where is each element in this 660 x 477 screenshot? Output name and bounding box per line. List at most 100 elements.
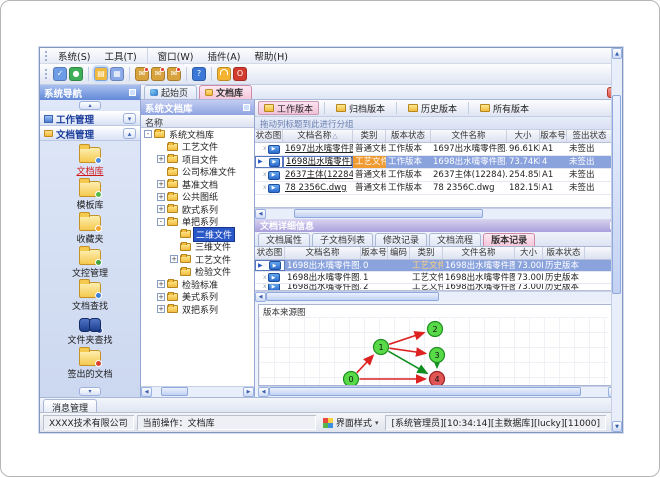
- column-header[interactable]: 大小: [515, 247, 543, 259]
- scroll-up-button[interactable]: ▴: [79, 101, 101, 110]
- menu-item[interactable]: 窗口(W): [151, 48, 201, 64]
- column-header[interactable]: 版本号: [361, 247, 388, 259]
- btn-archive-version[interactable]: 归档版本: [330, 101, 391, 115]
- nav-item-folder-search[interactable]: 文件夹查找: [67, 316, 113, 346]
- scroll-right-icon[interactable]: ▶: [243, 387, 254, 397]
- column-header[interactable]: 版本状态: [543, 247, 585, 259]
- tree-toggle-icon[interactable]: +: [157, 280, 165, 289]
- scroll-left-icon[interactable]: ◀: [255, 209, 266, 219]
- scroll-left-icon[interactable]: ◀: [255, 292, 266, 302]
- nav-item-doc-search[interactable]: 文档查找: [72, 279, 108, 312]
- tree-toggle-icon[interactable]: -: [157, 217, 165, 226]
- tree-toggle-icon[interactable]: +: [157, 205, 165, 214]
- table-row[interactable]: x▶2637主体(12284).dwg普通文档工作版本2637主体(12284)…: [255, 169, 611, 182]
- tree-toggle-icon[interactable]: -: [144, 130, 152, 139]
- tree-node[interactable]: + 工艺文件: [141, 253, 254, 266]
- scroll-track[interactable]: [612, 59, 622, 421]
- tree-node[interactable]: 工艺文件: [141, 141, 254, 153]
- column-header[interactable]: 文件名称: [443, 247, 515, 259]
- document-grid-hscrollbar[interactable]: ◀▶: [255, 208, 622, 219]
- btn-history-version[interactable]: 历史版本: [402, 101, 463, 115]
- table-row[interactable]: ▶x▶1698出水嘴零件图.dwg0工艺文件1698出水嘴零件图.dwg73.0…: [255, 260, 611, 272]
- lock-icon[interactable]: [217, 67, 231, 81]
- tree-node[interactable]: 三维文件: [141, 241, 254, 253]
- scroll-down-icon[interactable]: ▼: [612, 421, 622, 432]
- tree-node[interactable]: 二维文件: [141, 226, 254, 242]
- column-header[interactable]: 类别: [410, 247, 443, 259]
- chevron-up-icon[interactable]: ▴: [123, 128, 136, 139]
- scroll-track[interactable]: [266, 292, 611, 302]
- column-header[interactable]: 文件名称: [431, 130, 507, 142]
- tree-hscrollbar[interactable]: ◀ ▶: [141, 386, 254, 397]
- menu-item[interactable]: 插件(A): [200, 48, 247, 64]
- globe-icon[interactable]: ●: [69, 67, 83, 81]
- tab-start-page[interactable]: 起始页: [144, 85, 198, 99]
- mail-icon-3[interactable]: ✉: [167, 67, 181, 81]
- tree-node[interactable]: 公司标准文件: [141, 166, 254, 178]
- tree-node[interactable]: 检验文件: [141, 266, 254, 278]
- mail-icon-1[interactable]: ✉: [135, 67, 149, 81]
- table-row[interactable]: ▶x▶1698出水嘴零件图.dwg工艺文件工作版本1698出水嘴零件图.dwg7…: [255, 156, 611, 169]
- menu-item[interactable]: 工具(T): [97, 47, 148, 64]
- tab-doc-flow[interactable]: 文档流程: [429, 233, 482, 246]
- tab-doc-properties[interactable]: 文档属性: [258, 233, 311, 246]
- tree-toggle-icon[interactable]: +: [170, 255, 178, 264]
- column-header[interactable]: 状态图: [255, 130, 283, 142]
- tree-node[interactable]: - 系统文档库: [141, 128, 254, 141]
- scroll-up-icon[interactable]: ▲: [612, 48, 622, 59]
- tree-column-header[interactable]: 名称: [141, 115, 254, 129]
- scroll-track[interactable]: [269, 387, 608, 397]
- windows-icon[interactable]: ▦: [110, 67, 124, 81]
- scroll-left-icon[interactable]: ◀: [258, 387, 269, 397]
- tab-doc-library[interactable]: 文档库: [199, 85, 253, 99]
- scroll-track[interactable]: [152, 387, 243, 397]
- table-row[interactable]: x ▶ 78 2356C.dwg 普通文档 工作版本 78 2356C.dwg 182.15…: [255, 182, 611, 195]
- tree-toggle-icon[interactable]: +: [157, 155, 165, 164]
- column-header[interactable]: 大小: [507, 130, 540, 142]
- desktop-icon[interactable]: ✓: [53, 67, 67, 81]
- tab-subdoc-list[interactable]: 子文档列表: [312, 233, 374, 246]
- pin-icon[interactable]: [129, 89, 136, 96]
- btn-working-version[interactable]: 工作版本: [258, 101, 320, 115]
- scroll-thumb[interactable]: [269, 387, 581, 396]
- folder-icon[interactable]: ▤: [94, 67, 108, 81]
- column-header[interactable]: 签出状态: [567, 130, 611, 142]
- tree-node[interactable]: + 项目文件: [141, 153, 254, 166]
- column-header[interactable]: 编码: [388, 247, 410, 259]
- menu-item[interactable]: 帮助(H): [247, 48, 295, 64]
- table-row[interactable]: x▶1698出水嘴零件图.dwg2工艺文件1698出水嘴零件图.dwg73.00…: [255, 284, 611, 290]
- tree-node[interactable]: + 双把系列: [141, 303, 254, 316]
- ui-style-selector[interactable]: 界面样式 ▾: [319, 415, 383, 430]
- scroll-track[interactable]: [266, 209, 611, 219]
- scroll-left-icon[interactable]: ◀: [141, 387, 152, 397]
- tree-node[interactable]: + 基准文档: [141, 178, 254, 191]
- column-header[interactable]: 版本号: [540, 130, 567, 142]
- tree-toggle-icon[interactable]: +: [157, 292, 165, 301]
- tree-node[interactable]: + 欧式系列: [141, 203, 254, 216]
- btn-all-versions[interactable]: 所有版本: [474, 101, 535, 115]
- graph-vscrollbar[interactable]: ▲ ▼: [611, 48, 622, 432]
- scroll-thumb[interactable]: [161, 387, 189, 396]
- mail-icon-2[interactable]: ✉: [151, 67, 165, 81]
- nav-item-doc-control[interactable]: 文控管理: [72, 245, 108, 279]
- nav-group-doc[interactable]: 文档管理 ▴: [40, 126, 140, 141]
- scroll-thumb[interactable]: [266, 292, 439, 301]
- column-header[interactable]: 文档名称△: [283, 130, 353, 142]
- tab-message-management[interactable]: 消息管理: [43, 399, 98, 414]
- nav-item-doc-library[interactable]: 文档库: [76, 143, 104, 177]
- exit-icon[interactable]: O: [233, 67, 247, 81]
- column-header[interactable]: 类别: [353, 130, 386, 142]
- tab-modify-records[interactable]: 修改记录: [375, 233, 428, 246]
- graph-hscrollbar[interactable]: ◀▶: [258, 386, 619, 397]
- menu-item[interactable]: 系统(S): [51, 48, 97, 64]
- nav-item-favorites[interactable]: 收藏夹: [76, 211, 104, 245]
- nav-item-checked-out[interactable]: 签出的文档: [67, 347, 113, 380]
- tree-node[interactable]: + 美式系列: [141, 291, 254, 303]
- help-icon[interactable]: ?: [192, 67, 206, 81]
- scroll-down-button[interactable]: ▾: [79, 387, 101, 396]
- chevron-down-icon[interactable]: ▾: [123, 113, 136, 124]
- column-header[interactable]: 文档名称: [285, 247, 361, 259]
- tree-toggle-icon[interactable]: +: [157, 180, 165, 189]
- scroll-thumb[interactable]: [612, 95, 621, 295]
- tree-toggle-icon[interactable]: +: [157, 305, 165, 314]
